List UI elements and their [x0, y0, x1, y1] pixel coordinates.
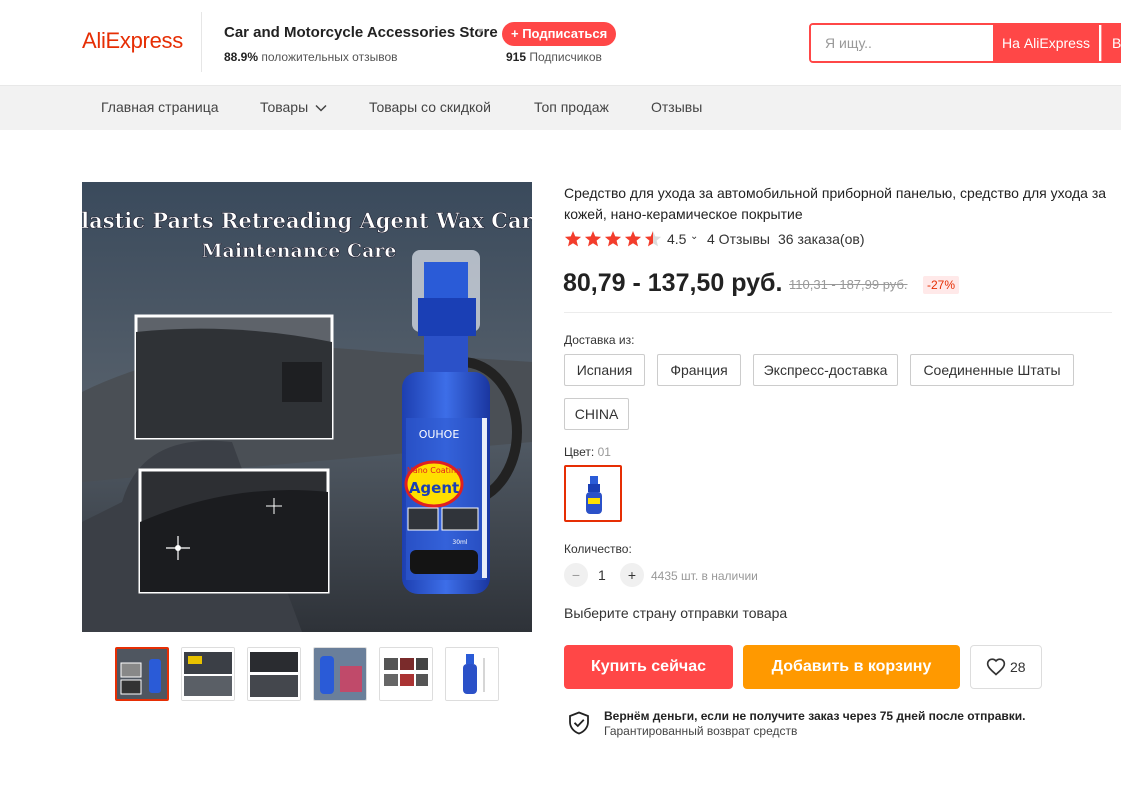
current-price: 80,79 - 137,50 руб.	[563, 269, 783, 297]
buy-now-button[interactable]: Купить сейчас	[564, 645, 733, 689]
thumbnail-3-image	[248, 648, 300, 700]
store-name[interactable]: Car and Motorcycle Accessories Store	[224, 24, 498, 41]
ship-from-china[interactable]: CHINA	[564, 398, 629, 430]
star-icon	[624, 231, 642, 247]
nav-products-label: Товары	[260, 99, 309, 115]
aliexpress-logo[interactable]: AliExpress	[82, 28, 183, 54]
search-store-button[interactable]: В	[1101, 25, 1121, 61]
ship-from-france[interactable]: Франция	[657, 354, 741, 386]
ship-from-usa[interactable]: Соединенные Штаты	[910, 354, 1074, 386]
thumbnail-1[interactable]	[115, 647, 169, 701]
store-nav: Главная страница Товары Товары со скидко…	[0, 86, 1121, 130]
wishlist-button[interactable]: 28	[970, 645, 1042, 689]
minus-icon[interactable]: −	[564, 563, 588, 587]
thumbnail-6[interactable]	[445, 647, 499, 701]
bottle-brand: OUHOE	[419, 428, 460, 441]
image-title-line1: Plastic Parts Retreading Agent Wax Car	[82, 208, 532, 233]
thumbnail-5-image	[380, 648, 432, 700]
thumbnail-6-image	[446, 648, 498, 700]
search-aliexpress-button[interactable]: На AliExpress	[993, 25, 1099, 61]
star-icon	[604, 231, 622, 247]
store-header: AliExpress Car and Motorcycle Accessorie…	[0, 0, 1121, 86]
positive-percentage: 88.9%	[224, 50, 259, 64]
star-icon	[584, 231, 602, 247]
positive-label: положительных отзывов	[261, 50, 398, 64]
thumbnail-5[interactable]	[379, 647, 433, 701]
main-product-image[interactable]: Plastic Parts Retreading Agent Wax Car M…	[82, 182, 532, 632]
guarantee-subtitle: Гарантированный возврат средств	[604, 724, 798, 738]
chevron-down-icon	[315, 105, 327, 112]
star-rating	[564, 231, 662, 247]
discount-badge: -27%	[923, 276, 960, 294]
stock-available: 4435 шт. в наличии	[651, 569, 758, 583]
nav-products[interactable]: Товары	[260, 99, 327, 115]
color-label: Цвет:	[564, 445, 595, 459]
chevron-down-icon[interactable]: ⌄	[690, 231, 698, 242]
ship-express[interactable]: Экспресс-доставка	[753, 354, 898, 386]
subscribe-button[interactable]: + Подписаться	[502, 22, 617, 46]
product-image-artwork: Plastic Parts Retreading Agent Wax Car M…	[82, 182, 532, 632]
star-icon	[644, 231, 662, 247]
header-divider	[201, 12, 202, 72]
thumbnail-3[interactable]	[247, 647, 301, 701]
store-positive-feedback: 88.9% положительных отзывов	[224, 50, 398, 64]
plus-icon[interactable]: +	[620, 563, 644, 587]
wishlist-count: 28	[1010, 659, 1026, 675]
subscribers-label: Подписчиков	[529, 50, 602, 64]
guarantee-title: Вернём деньги, если не получите заказ че…	[604, 709, 1026, 723]
thumbnail-2[interactable]	[181, 647, 235, 701]
color-option-image	[586, 476, 602, 514]
subscribers-info: 915 Подписчиков	[506, 50, 602, 64]
search-bar: На AliExpress В	[809, 23, 1121, 63]
original-price: 110,31 - 187,99 руб.	[789, 277, 908, 292]
nav-discounts[interactable]: Товары со скидкой	[369, 99, 491, 115]
quantity-label: Количество:	[564, 542, 632, 556]
sticker-line1: Nano Coating	[407, 466, 461, 475]
add-to-cart-button[interactable]: Добавить в корзину	[743, 645, 960, 689]
quantity-value[interactable]: 1	[598, 567, 606, 583]
star-icon	[564, 231, 582, 247]
orders-count: 36 заказа(ов)	[778, 231, 865, 247]
thumbnail-2-image	[182, 648, 234, 700]
price-divider	[564, 312, 1112, 313]
chevron-down-icon[interactable]: ▼	[476, 26, 485, 36]
sticker-line2: Agent	[409, 479, 459, 497]
heart-icon	[986, 658, 1006, 676]
image-title-line2: Maintenance Care	[202, 240, 397, 262]
nav-home[interactable]: Главная страница	[101, 99, 219, 115]
thumbnail-4[interactable]	[313, 647, 367, 701]
thumbnail-4-image	[314, 648, 366, 700]
thumbnail-1-image	[117, 649, 167, 699]
color-option-01[interactable]	[564, 465, 622, 522]
nav-top-sales[interactable]: Топ продаж	[534, 99, 609, 115]
rating-value[interactable]: 4.5	[667, 231, 686, 247]
choose-country-notice: Выберите страну отправки товара	[564, 605, 788, 621]
color-label-row: Цвет: 01	[564, 445, 611, 459]
reviews-link[interactable]: 4 Отзывы	[707, 231, 770, 247]
shipping-from-label: Доставка из:	[564, 333, 635, 347]
subscribers-count: 915	[506, 50, 527, 64]
shield-check-icon	[569, 711, 589, 735]
color-value: 01	[597, 445, 611, 459]
search-input[interactable]	[811, 25, 993, 61]
nav-reviews[interactable]: Отзывы	[651, 99, 702, 115]
product-title: Средство для ухода за автомобильной приб…	[564, 185, 1107, 222]
bottle-volume: 30ml	[452, 539, 467, 546]
ship-from-spain[interactable]: Испания	[564, 354, 645, 386]
